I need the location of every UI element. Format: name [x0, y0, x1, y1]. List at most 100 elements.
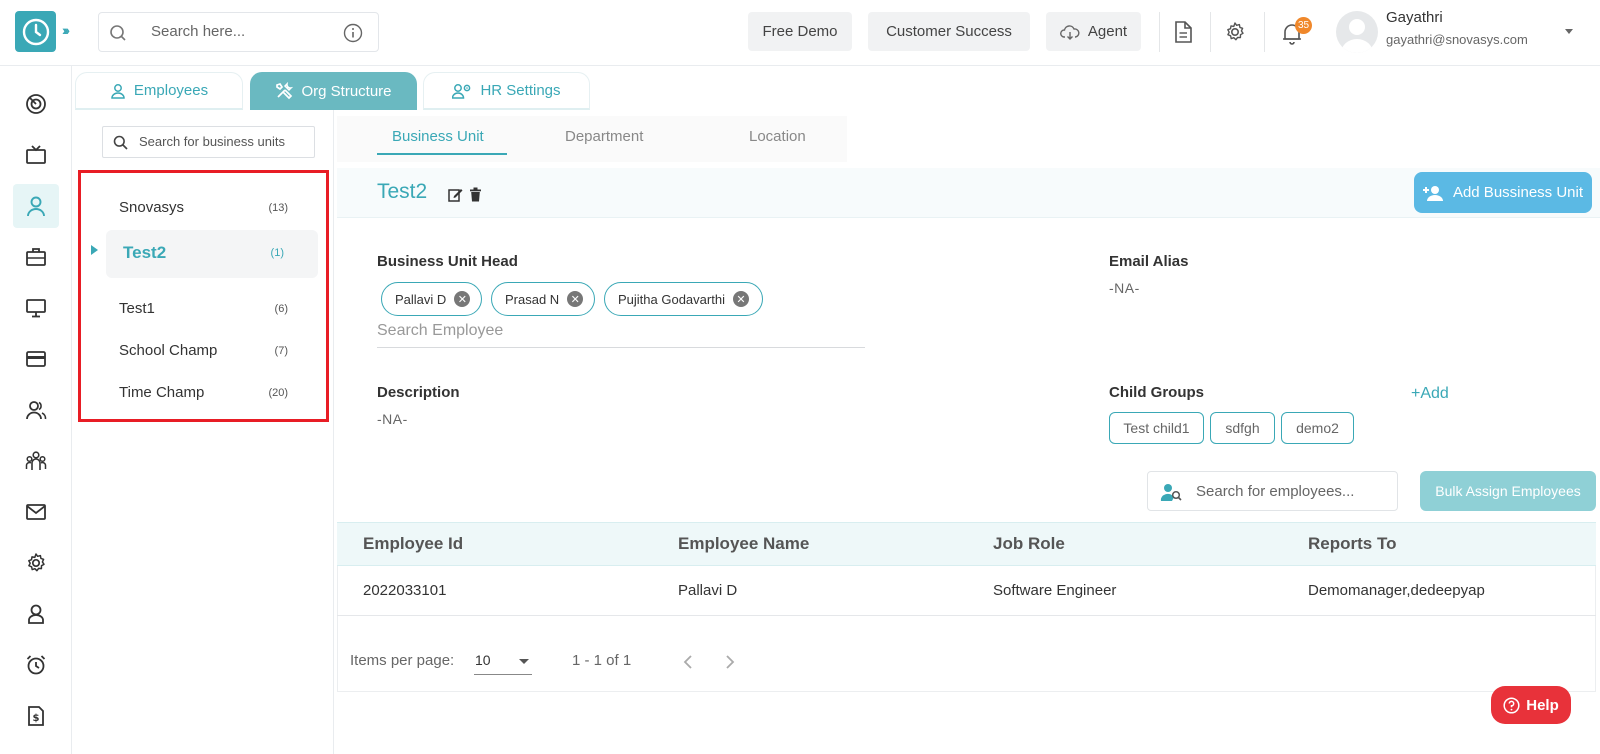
business-unit-search	[102, 126, 315, 158]
nav-mail[interactable]	[13, 490, 59, 534]
nav-hr[interactable]	[13, 184, 59, 228]
agent-button[interactable]: Agent	[1046, 12, 1141, 51]
nav-dashboard[interactable]	[13, 82, 59, 126]
person-icon	[27, 196, 45, 217]
help-button[interactable]: Help	[1491, 686, 1571, 724]
highlight-annotation-box	[78, 170, 329, 422]
global-search-input[interactable]	[151, 23, 331, 40]
info-icon[interactable]	[343, 23, 363, 43]
tab-org-structure[interactable]: Org Structure	[250, 72, 417, 110]
user-email: gayathri@snovasys.com	[1386, 32, 1528, 47]
document-icon[interactable]	[1172, 20, 1194, 44]
child-group-chip[interactable]: demo2	[1281, 412, 1354, 444]
tab-hr-settings[interactable]: HR Settings	[423, 72, 590, 110]
tab-label: Org Structure	[301, 82, 392, 100]
chevron-down-icon[interactable]	[1564, 28, 1574, 36]
search-employee-input[interactable]	[377, 322, 857, 340]
description-label: Description	[377, 384, 460, 401]
child-group-chip[interactable]: sdfgh	[1210, 412, 1275, 444]
avatar[interactable]	[1336, 11, 1378, 53]
remove-chip-icon[interactable]: ✕	[454, 291, 471, 307]
sub-tab-bar: Business Unit Department Location	[337, 116, 847, 162]
question-circle-icon	[1503, 696, 1520, 714]
expand-sidebar-icon[interactable]: ›››	[62, 22, 70, 38]
bulk-assign-employees-button[interactable]: Bulk Assign Employees	[1420, 471, 1596, 511]
email-alias-value: -NA-	[1109, 280, 1140, 296]
mail-icon	[26, 504, 46, 520]
person-icon	[111, 83, 125, 99]
nav-settings[interactable]	[13, 541, 59, 585]
add-business-unit-button[interactable]: Add Bussiness Unit	[1414, 172, 1592, 213]
job-role-cell: Software Engineer	[993, 582, 1117, 599]
nav-profile[interactable]	[13, 592, 59, 636]
nav-briefcase[interactable]	[13, 235, 59, 279]
tab-employees[interactable]: Employees	[75, 72, 243, 110]
divider	[1264, 12, 1265, 52]
free-demo-label: Free Demo	[762, 23, 838, 40]
business-unit-search-input[interactable]	[139, 134, 309, 149]
tab-business-unit[interactable]: Business Unit	[392, 128, 484, 145]
search-icon	[110, 25, 126, 41]
email-alias-label: Email Alias	[1109, 253, 1189, 270]
app-logo-icon[interactable]	[15, 11, 56, 52]
briefcase-icon	[26, 248, 46, 266]
tools-icon	[276, 82, 294, 100]
head-chip: Prasad N ✕	[491, 282, 595, 316]
head-chip: Pujitha Godavarthi ✕	[604, 282, 763, 316]
user-avatar-icon	[1341, 19, 1373, 53]
table-row[interactable]: 2022033101 Pallavi D Software Engineer D…	[337, 566, 1596, 616]
column-header[interactable]: Job Role	[993, 534, 1065, 554]
child-group-chip[interactable]: Test child1	[1109, 412, 1204, 444]
column-header[interactable]: Reports To	[1308, 534, 1396, 554]
nav-alarm[interactable]	[13, 643, 59, 687]
agent-label: Agent	[1087, 23, 1128, 40]
next-page-icon[interactable]	[724, 654, 736, 670]
reports-to-cell: Demomanager,dedeepyap	[1308, 582, 1485, 599]
tab-label: Employees	[133, 82, 209, 99]
customer-success-button[interactable]: Customer Success	[868, 12, 1030, 51]
nav-payments[interactable]	[13, 337, 59, 381]
nav-teams[interactable]	[13, 439, 59, 483]
tab-department[interactable]: Department	[565, 128, 643, 145]
svg-text:$: $	[33, 713, 40, 724]
nav-billing[interactable]: $	[13, 694, 59, 738]
column-header[interactable]: Employee Id	[363, 534, 463, 554]
monitor-icon	[26, 299, 46, 318]
remove-chip-icon[interactable]: ✕	[567, 291, 584, 307]
invoice-dollar-icon: $	[28, 706, 44, 726]
nav-tv[interactable]	[13, 133, 59, 177]
settings-gear-icon[interactable]	[1224, 21, 1246, 43]
free-demo-button[interactable]: Free Demo	[748, 12, 852, 51]
head-chip-label: Pallavi D	[395, 291, 447, 307]
employee-id-cell: 2022033101	[363, 582, 447, 599]
trash-icon[interactable]	[469, 187, 482, 202]
employee-search-input[interactable]	[1196, 483, 1386, 500]
nav-desktop[interactable]	[13, 286, 59, 330]
left-navigation-rail: $	[0, 66, 72, 754]
edit-icon[interactable]	[448, 187, 463, 202]
column-header[interactable]: Employee Name	[678, 534, 809, 554]
remove-chip-icon[interactable]: ✕	[732, 291, 749, 307]
detail-header	[337, 168, 1600, 218]
nav-users[interactable]	[13, 388, 59, 432]
divider	[1159, 12, 1160, 52]
items-per-page-select[interactable]: 10	[474, 649, 532, 675]
dropdown-arrow-icon	[519, 659, 529, 664]
page-range: 1 - 1 of 1	[572, 652, 632, 669]
global-search	[98, 12, 379, 52]
people-gear-icon	[452, 83, 471, 99]
description-value: -NA-	[377, 411, 408, 427]
tab-location[interactable]: Location	[749, 128, 806, 145]
alarm-clock-icon	[26, 655, 46, 675]
previous-page-icon[interactable]	[682, 654, 694, 670]
cloud-download-icon	[1059, 24, 1080, 40]
add-business-unit-label: Add Bussiness Unit	[1452, 184, 1584, 201]
add-child-group-link[interactable]: +Add	[1411, 385, 1449, 403]
team-icon	[25, 451, 47, 470]
head-chip: Pallavi D ✕	[381, 282, 482, 316]
child-groups-label: Child Groups	[1109, 384, 1204, 401]
tv-icon	[26, 145, 46, 164]
items-per-page-label: Items per page:	[350, 652, 455, 669]
head-chip-label: Prasad N	[505, 291, 560, 307]
paginator: Items per page: 10 1 - 1 of 1	[350, 645, 850, 675]
